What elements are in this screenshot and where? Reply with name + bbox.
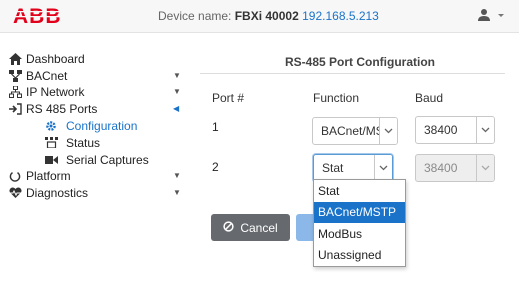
function-select-port-2[interactable]: Stat — [313, 154, 393, 182]
sidebar-item-label: Status — [66, 135, 101, 150]
sidebar-item-rs485-ports[interactable]: RS 485 Ports ◀ — [0, 100, 190, 117]
dropdown-option-bacnet-mstp[interactable]: BACnet/MSTP — [314, 201, 405, 223]
port-number: 2 — [212, 160, 219, 174]
sidebar-item-serial-captures[interactable]: Serial Captures — [0, 151, 190, 168]
chevron-down-icon — [476, 155, 494, 181]
baud-select-port-2: 38400 — [415, 154, 495, 182]
sign-in-icon — [8, 102, 22, 116]
chevron-left-icon: ◀ — [173, 104, 180, 113]
baud-select-value: 38400 — [424, 161, 458, 175]
chevron-down-icon — [498, 14, 504, 17]
sidebar-item-label: Platform — [26, 168, 71, 183]
function-dropdown-list[interactable]: Stat BACnet/MSTP ModBus Unassigned — [313, 179, 406, 267]
abb-logo[interactable]: ABB — [12, 4, 68, 28]
baud-select-value: 38400 — [424, 123, 458, 137]
sidebar-item-label: Dashboard — [26, 51, 85, 66]
column-header-baud: Baud — [415, 91, 444, 105]
status-icon — [44, 136, 58, 150]
sidebar-item-platform[interactable]: Platform ▼ — [0, 167, 190, 184]
user-menu-button[interactable] — [477, 8, 507, 24]
gear-icon — [44, 119, 58, 133]
sidebar-item-label: RS 485 Ports — [26, 101, 98, 116]
sidebar-item-bacnet[interactable]: BACnet ▼ — [0, 67, 190, 84]
video-icon — [44, 153, 58, 167]
power-icon — [8, 169, 22, 183]
sidebar-item-dashboard[interactable]: Dashboard — [0, 50, 190, 67]
divider — [200, 73, 505, 74]
sitemap-icon — [8, 85, 22, 99]
chevron-down-icon — [379, 118, 397, 144]
cancel-button[interactable]: Cancel — [211, 214, 290, 241]
dropdown-option-unassigned[interactable]: Unassigned — [314, 245, 405, 267]
function-select-port-1[interactable]: BACnet/MSTP — [312, 117, 398, 145]
sidebar-item-ip-network[interactable]: IP Network ▼ — [0, 83, 190, 100]
top-bar: ABB Device name: FBXi 40002 192.168.5.21… — [0, 0, 519, 33]
column-header-function: Function — [313, 91, 360, 105]
cancel-label: Cancel — [240, 220, 278, 235]
sidebar-item-status[interactable]: Status — [0, 134, 190, 151]
function-select-value: Stat — [322, 161, 344, 175]
chevron-down-icon: ▼ — [173, 71, 181, 80]
heartbeat-icon — [8, 186, 22, 200]
sidebar-item-label: IP Network — [26, 84, 85, 99]
sidebar-item-diagnostics[interactable]: Diagnostics ▼ — [0, 184, 190, 201]
user-icon — [478, 9, 504, 21]
chevron-down-icon: ▼ — [173, 171, 181, 180]
column-header-port: Port # — [212, 91, 245, 105]
sidebar-item-label: Diagnostics — [26, 185, 89, 200]
page-title: RS-485 Port Configuration — [285, 55, 436, 69]
device-info: Device name: FBXi 40002 192.168.5.213 — [158, 9, 379, 23]
dropdown-option-stat[interactable]: Stat — [314, 180, 405, 202]
baud-select-port-1[interactable]: 38400 — [415, 116, 495, 144]
device-ip: 192.168.5.213 — [302, 9, 379, 23]
save-button[interactable] — [296, 214, 314, 241]
svg-text:ABB: ABB — [13, 5, 62, 26]
device-name: FBXi 40002 — [234, 9, 299, 23]
dropdown-option-modbus[interactable]: ModBus — [314, 223, 405, 245]
sidebar-item-label: BACnet — [26, 68, 68, 83]
device-label: Device name: — [158, 9, 232, 23]
cancel-icon — [223, 220, 234, 235]
sidebar-item-label: Configuration — [66, 118, 138, 133]
port-number: 1 — [212, 120, 219, 134]
chevron-down-icon: ▼ — [173, 87, 181, 96]
sidebar-item-label: Serial Captures — [66, 152, 149, 167]
chevron-down-icon — [476, 117, 494, 143]
home-icon — [8, 52, 22, 66]
network-icon — [8, 69, 22, 83]
chevron-down-icon — [374, 155, 392, 181]
sidebar-item-configuration[interactable]: Configuration — [0, 117, 190, 134]
chevron-down-icon: ▼ — [173, 188, 181, 197]
